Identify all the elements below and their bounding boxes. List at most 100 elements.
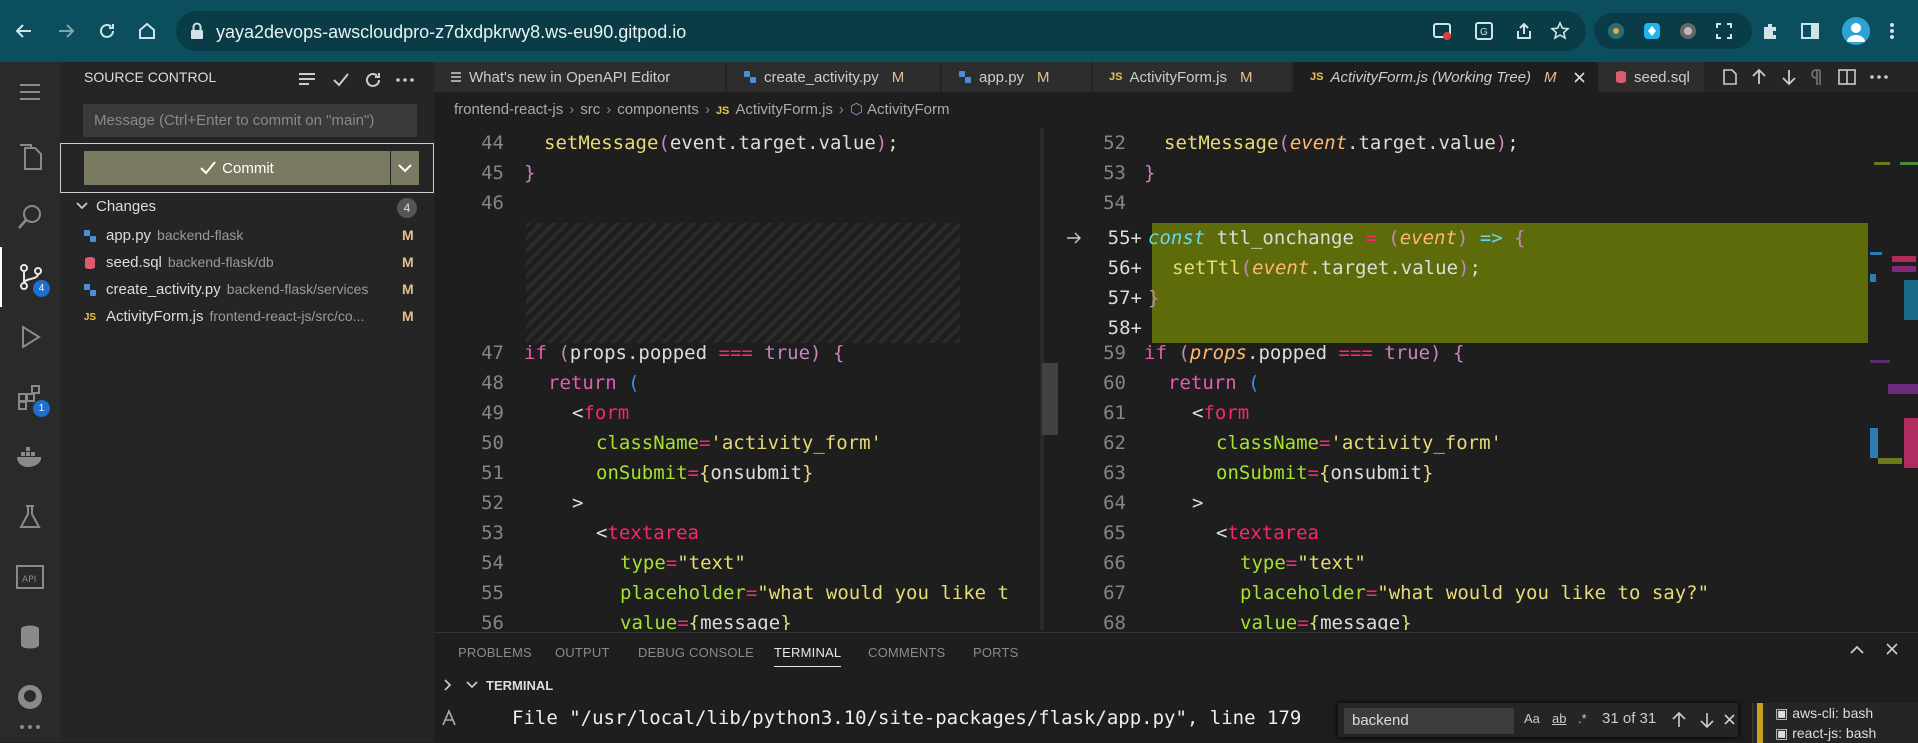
breadcrumb-item[interactable]: components	[617, 101, 699, 118]
arrow-up-icon[interactable]	[1672, 712, 1686, 728]
home-icon[interactable]	[133, 17, 161, 45]
line-number: 52	[481, 492, 504, 514]
terminal-name: react-js: bash	[1792, 725, 1877, 741]
split-editor-icon[interactable]	[1836, 66, 1858, 88]
tab-activityform-working-tree[interactable]: JS ActivityForm.js (Working Tree) M	[1294, 62, 1598, 92]
bookmark-star-icon[interactable]	[1548, 19, 1572, 43]
tab-seed-sql[interactable]: seed.sql M	[1599, 62, 1705, 92]
commit-dropdown-button[interactable]	[391, 151, 419, 185]
back-icon[interactable]	[10, 17, 38, 45]
vertical-scrollbar[interactable]	[1042, 363, 1058, 435]
breadcrumb-item[interactable]: ActivityForm	[867, 101, 950, 118]
tab-modified: M	[1703, 69, 1704, 86]
profile-avatar[interactable]	[1842, 17, 1870, 45]
extension-1-icon[interactable]	[1604, 19, 1628, 43]
line-number: 54	[1103, 192, 1126, 214]
tab-problems[interactable]: PROBLEMS	[458, 645, 532, 660]
testing-flask-icon[interactable]	[0, 487, 60, 547]
reload-icon[interactable]	[93, 17, 121, 45]
maximize-panel-icon[interactable]	[1850, 645, 1864, 655]
list-item[interactable]: seed.sql backend-flask/db M	[60, 249, 434, 276]
breadcrumb-item[interactable]: ActivityForm.js	[735, 101, 833, 118]
search-icon[interactable]	[0, 187, 60, 247]
menu-icon[interactable]	[0, 62, 60, 122]
line-number: 59	[1103, 342, 1126, 364]
screenshot-icon[interactable]	[1712, 19, 1736, 43]
forward-icon[interactable]	[52, 17, 80, 45]
commit-check-icon[interactable]	[328, 67, 354, 93]
translate-icon[interactable]: G	[1472, 19, 1496, 43]
file-status: M	[402, 308, 414, 324]
line-number: 50	[481, 432, 504, 454]
file-status: M	[402, 227, 414, 243]
diff-editor-modified[interactable]: 52 setMessage(event.target.value); 53} 54…	[1060, 128, 1918, 630]
line-number: 44	[481, 132, 504, 154]
breadcrumb-item[interactable]: src	[580, 101, 600, 118]
docker-icon[interactable]	[0, 427, 60, 487]
blocked-popup-icon[interactable]	[1430, 19, 1454, 43]
arrow-up-icon[interactable]	[1748, 66, 1770, 88]
editor-more-icon[interactable]	[1868, 66, 1890, 88]
chevron-right-icon	[444, 679, 452, 691]
line-number: 56	[481, 612, 504, 630]
file-name: create_activity.py	[106, 281, 221, 298]
js-icon: JS	[83, 311, 97, 323]
terminal-tool-icon[interactable]	[440, 709, 458, 727]
list-item[interactable]: app.py backend-flask M	[60, 222, 434, 249]
terminal-section-header[interactable]: TERMINAL	[434, 673, 1918, 699]
diff-editor-original[interactable]: 44 setMessage(event.target.value); 45} 46…	[434, 128, 1058, 630]
refresh-icon[interactable]	[360, 67, 386, 93]
open-file-icon[interactable]	[1718, 66, 1740, 88]
more-actions-icon[interactable]	[392, 67, 418, 93]
overview-ruler[interactable]	[1868, 128, 1918, 630]
changes-header[interactable]: Changes 4	[60, 194, 434, 220]
close-icon[interactable]	[1573, 71, 1585, 83]
view-as-tree-icon[interactable]	[294, 67, 320, 93]
close-panel-icon[interactable]	[1886, 643, 1898, 655]
commit-button[interactable]: Commit	[84, 151, 390, 185]
file-status: M	[402, 281, 414, 297]
match-case-icon[interactable]: Aa	[1524, 711, 1540, 726]
extensions-puzzle-icon[interactable]	[1758, 19, 1782, 43]
tab-whats-new[interactable]: What's new in OpenAPI Editor	[434, 62, 726, 92]
breadcrumb-item[interactable]: frontend-react-js	[454, 101, 563, 118]
database-icon[interactable]	[0, 607, 60, 667]
browser-menu-icon[interactable]	[1880, 19, 1904, 43]
explorer-icon[interactable]	[0, 127, 60, 187]
address-bar[interactable]: yaya2devops-awscloudpro-z7dxdpkrwy8.ws-e…	[176, 11, 1586, 51]
commit-message-input[interactable]: Message (Ctrl+Enter to commit on "main")	[83, 104, 417, 137]
list-item[interactable]: JS ActivityForm.js frontend-react-js/src/…	[60, 303, 434, 330]
svg-text:G: G	[1480, 27, 1488, 38]
extension-3-icon[interactable]	[1676, 19, 1700, 43]
side-panel-icon[interactable]	[1798, 19, 1822, 43]
regex-icon[interactable]: .*	[1578, 711, 1587, 726]
close-icon[interactable]	[1724, 714, 1735, 725]
whole-word-icon[interactable]: ab	[1552, 711, 1566, 726]
source-control-icon[interactable]: 4	[0, 247, 60, 307]
tab-ports[interactable]: PORTS	[973, 645, 1019, 660]
api-icon[interactable]: API	[0, 547, 60, 607]
extension-2-icon[interactable]	[1640, 19, 1664, 43]
list-item[interactable]: create_activity.py backend-flask/services…	[60, 276, 434, 303]
share-icon[interactable]	[1512, 19, 1536, 43]
find-input[interactable]: backend	[1344, 708, 1514, 734]
tab-terminal[interactable]: TERMINAL	[774, 645, 842, 667]
extensions-icon[interactable]: 1	[0, 367, 60, 427]
more-icon[interactable]	[0, 712, 60, 742]
terminal-name: aws-cli: bash	[1792, 705, 1874, 721]
tab-output[interactable]: OUTPUT	[555, 645, 610, 660]
terminal-output-line: File "/usr/local/lib/python3.10/site-pac…	[512, 707, 1302, 729]
arrow-down-icon[interactable]	[1700, 712, 1714, 728]
file-path: backend-flask/db	[167, 254, 274, 270]
terminal-list-item[interactable]: ▣ aws-cli: bash	[1775, 705, 1873, 722]
tab-comments[interactable]: COMMENTS	[868, 645, 945, 660]
database-icon	[1615, 70, 1627, 84]
tab-debug-console[interactable]: DEBUG CONSOLE	[638, 645, 754, 660]
tab-create-activity[interactable]: create_activity.py M	[727, 62, 941, 92]
tab-activityform[interactable]: JS ActivityForm.js M	[1093, 62, 1293, 92]
run-debug-icon[interactable]	[0, 307, 60, 367]
arrow-down-icon[interactable]	[1778, 66, 1800, 88]
terminal-list-item[interactable]: ▣ react-js: bash	[1775, 725, 1876, 742]
tab-app-py[interactable]: app.py M	[942, 62, 1092, 92]
whitespace-icon[interactable]	[1806, 66, 1828, 88]
